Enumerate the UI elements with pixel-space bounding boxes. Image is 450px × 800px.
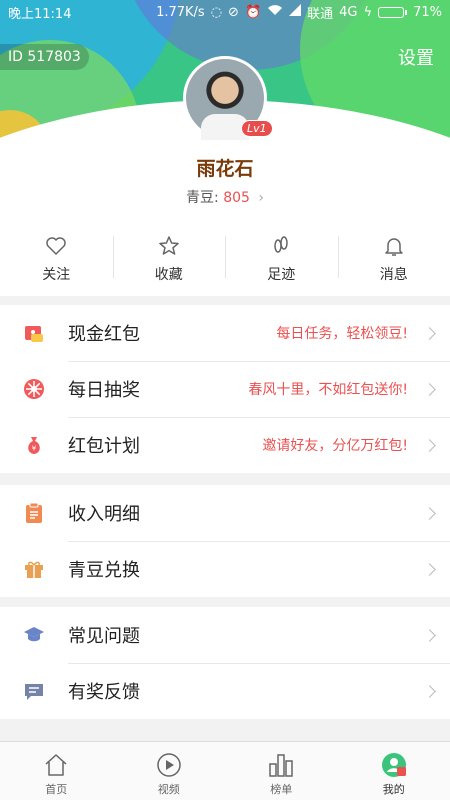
svg-text:¥: ¥	[32, 445, 37, 453]
menu-item-label: 常见问题	[68, 626, 140, 647]
beans-label: 青豆:	[186, 190, 219, 206]
status-bar: 晚上11:14 1.77K/s ◌ ⊘ ⏰ 联通 4G ϟ 71%	[0, 0, 450, 24]
alarm-icon: ⏰	[244, 4, 262, 20]
carrier-name: 联通	[307, 6, 334, 22]
status-time: 晚上11:14	[8, 6, 72, 22]
chat-icon	[25, 684, 43, 700]
quick-action-favorites[interactable]: 收藏	[112, 222, 226, 296]
home-icon	[45, 754, 67, 776]
star-icon	[159, 236, 179, 255]
quick-action-label: 收藏	[154, 267, 183, 283]
charging-icon: ϟ	[363, 4, 373, 20]
quick-action-label: 足迹	[267, 267, 296, 283]
menu-item-label: 现金红包	[68, 324, 140, 345]
network-speed: 1.77K/s	[156, 4, 205, 20]
avatar[interactable]: Lv1	[183, 56, 273, 140]
user-id-badge: ID 517803	[0, 44, 89, 70]
clipboard-icon	[26, 502, 42, 523]
tab-label: 榜单	[270, 783, 293, 796]
lottery-wheel-icon	[24, 379, 44, 399]
sync-icon: ◌	[210, 4, 223, 20]
money-bag-icon: ¥	[28, 437, 40, 454]
username: 雨花石	[196, 158, 254, 180]
signal-icon	[289, 4, 302, 20]
tab-ranking[interactable]: 榜单	[225, 742, 338, 800]
menu-group-help: 常见问题 有奖反馈	[0, 607, 450, 719]
chevron-right-icon	[423, 628, 436, 642]
bottom-tab-bar: 首页 视频 榜单 我的	[0, 741, 450, 800]
menu-item-envelope-plan[interactable]: ¥ 红包计划 邀请好友，分亿万红包!	[0, 417, 450, 473]
tab-label: 视频	[157, 783, 180, 796]
menu-item-label: 每日抽奖	[68, 380, 140, 401]
tab-video[interactable]: 视频	[113, 742, 226, 800]
play-icon	[157, 753, 181, 777]
beans-value: 805	[223, 190, 250, 206]
quick-actions: 关注 收藏 足迹 消息	[0, 222, 450, 296]
chevron-right-icon	[423, 382, 436, 396]
menu-item-daily-lottery[interactable]: 每日抽奖 春风十里，不如红包送你!	[0, 361, 450, 417]
mute-icon: ⊘	[228, 4, 239, 20]
chevron-right-icon	[423, 438, 436, 452]
menu-item-cash-envelope[interactable]: 现金红包 每日任务，轻松领豆!	[0, 305, 450, 361]
menu-item-promo: 春风十里，不如红包送你!	[248, 382, 408, 398]
menu-item-label: 收入明细	[68, 504, 140, 525]
menu-item-label: 红包计划	[68, 436, 140, 457]
bell-icon	[385, 238, 403, 256]
settings-button[interactable]: 设置	[398, 44, 434, 70]
chevron-right-icon	[423, 326, 436, 340]
red-envelope-icon	[25, 326, 43, 342]
quick-action-messages[interactable]: 消息	[337, 222, 450, 296]
quick-action-history[interactable]: 足迹	[225, 222, 338, 296]
menu-item-income-details[interactable]: 收入明细	[0, 485, 450, 541]
tab-home[interactable]: 首页	[0, 742, 113, 800]
quick-action-label: 消息	[379, 267, 408, 283]
chevron-right-icon	[423, 506, 436, 520]
footprint-icon	[274, 236, 288, 253]
graduation-cap-icon	[24, 627, 44, 642]
menu-item-promo: 邀请好友，分亿万红包!	[262, 438, 408, 454]
tab-label: 我的	[382, 783, 405, 796]
battery-icon	[378, 6, 408, 18]
wifi-icon	[267, 4, 283, 20]
heart-icon	[46, 237, 66, 255]
battery-percent: 71%	[413, 4, 442, 20]
tab-profile[interactable]: 我的	[338, 742, 450, 800]
menu-group-rewards: 现金红包 每日任务，轻松领豆! 每日抽奖 春风十里，不如红包送你! ¥ 红包计划…	[0, 305, 450, 473]
menu-group-income: 收入明细 青豆兑换	[0, 485, 450, 597]
menu-item-label: 青豆兑换	[68, 560, 140, 581]
network-type: 4G	[339, 4, 358, 20]
tab-label: 首页	[45, 783, 68, 796]
menu-item-feedback[interactable]: 有奖反馈	[0, 663, 450, 719]
menu-item-bean-exchange[interactable]: 青豆兑换	[0, 541, 450, 597]
chevron-right-icon	[423, 562, 436, 576]
quick-action-follow[interactable]: 关注	[0, 222, 113, 296]
profile-icon	[381, 753, 406, 777]
menu-item-label: 有奖反馈	[68, 682, 140, 703]
beans-balance[interactable]: 青豆: 805 ›	[0, 187, 450, 207]
quick-action-label: 关注	[42, 267, 71, 283]
ranking-icon	[269, 754, 293, 777]
chevron-right-icon	[423, 684, 436, 698]
menu-item-faq[interactable]: 常见问题	[0, 607, 450, 663]
gift-icon	[25, 561, 43, 578]
chevron-right-icon: ›	[258, 190, 264, 206]
level-badge: Lv1	[241, 120, 273, 137]
menu-item-promo: 每日任务，轻松领豆!	[276, 326, 408, 342]
